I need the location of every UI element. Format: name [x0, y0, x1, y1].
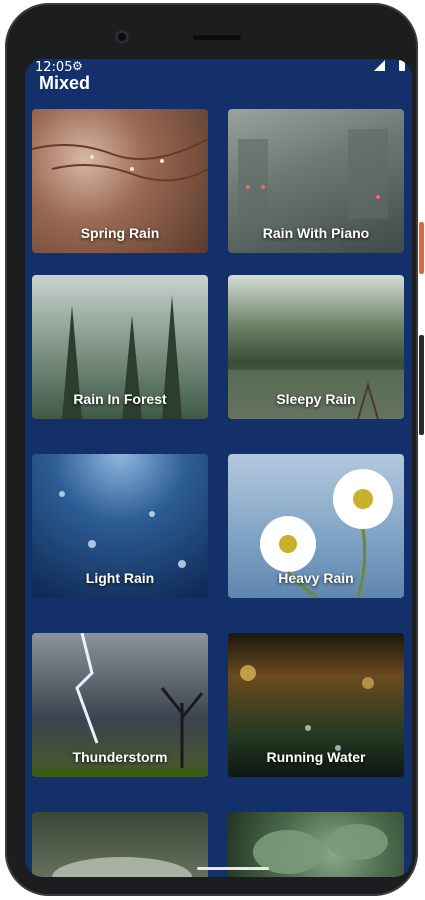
card-label: Rain In Forest: [73, 391, 167, 407]
card-label: Running Water: [266, 749, 366, 765]
card-rain-in-forest[interactable]: Rain In Forest: [32, 275, 208, 419]
card-rain-with-piano[interactable]: Rain With Piano: [228, 109, 404, 253]
volume-button: [419, 335, 424, 435]
card-running-water[interactable]: Running Water: [228, 633, 404, 777]
card-label: Sleepy Rain: [276, 391, 356, 407]
card-sleepy-rain[interactable]: Sleepy Rain: [228, 275, 404, 419]
card-label: Heavy Rain: [278, 570, 354, 586]
card-heavy-rain[interactable]: Heavy Rain: [228, 454, 404, 598]
home-indicator[interactable]: [197, 867, 269, 870]
app-screen: 12:05 ⚙ Mixed Spring Rain Rain With Pian…: [25, 59, 412, 877]
sound-grid: Spring Rain Rain With Piano Rain In Fore…: [25, 59, 412, 877]
card-partial-left[interactable]: [32, 812, 208, 877]
earpiece-speaker: [193, 35, 241, 40]
card-thunderstorm[interactable]: Thunderstorm: [32, 633, 208, 777]
card-label: Spring Rain: [80, 225, 160, 241]
power-button: [419, 222, 424, 274]
card-label: Thunderstorm: [72, 749, 168, 765]
front-camera: [115, 30, 129, 44]
partial-left-image: [52, 857, 192, 877]
card-light-rain[interactable]: Light Rain: [32, 454, 208, 598]
phone-frame: 12:05 ⚙ Mixed Spring Rain Rain With Pian…: [5, 3, 418, 896]
card-label: Rain With Piano: [262, 225, 370, 241]
card-label: Light Rain: [85, 570, 155, 586]
card-spring-rain[interactable]: Spring Rain: [32, 109, 208, 253]
